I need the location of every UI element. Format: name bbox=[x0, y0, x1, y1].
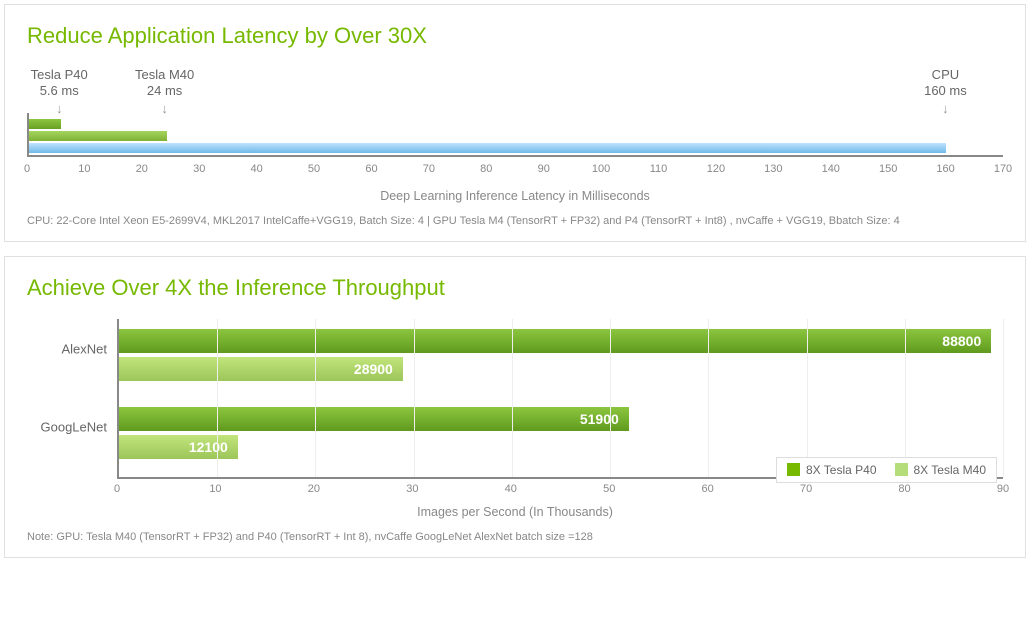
legend-m40-label: 8X Tesla M40 bbox=[914, 463, 987, 477]
throughput-tick: 90 bbox=[997, 483, 1009, 495]
throughput-tick: 70 bbox=[800, 483, 812, 495]
throughput-x-label: Images per Second (In Thousands) bbox=[27, 505, 1003, 519]
callout-m40-name: Tesla M40 bbox=[135, 67, 194, 82]
latency-tick: 100 bbox=[592, 163, 610, 175]
latency-footnote: CPU: 22-Core Intel Xeon E5-2699V4, MKL20… bbox=[27, 215, 1003, 227]
bar-alexnet-p40: 88800 bbox=[119, 329, 991, 353]
latency-tick: 160 bbox=[936, 163, 954, 175]
gridline bbox=[708, 319, 709, 477]
callout-m40-val: 24 ms bbox=[147, 83, 182, 98]
gridline bbox=[512, 319, 513, 477]
ylabel-googlenet: GoogLeNet bbox=[41, 420, 108, 435]
latency-tick: 50 bbox=[308, 163, 320, 175]
latency-tick: 60 bbox=[365, 163, 377, 175]
legend-p40-label: 8X Tesla P40 bbox=[806, 463, 877, 477]
latency-title: Reduce Application Latency by Over 30X bbox=[27, 23, 1003, 49]
latency-tick: 130 bbox=[764, 163, 782, 175]
throughput-tick: 0 bbox=[114, 483, 120, 495]
callout-p40-name: Tesla P40 bbox=[31, 67, 88, 82]
callout-cpu-val: 160 ms bbox=[924, 83, 967, 98]
ylabel-alexnet: AlexNet bbox=[61, 342, 107, 357]
latency-tick: 90 bbox=[538, 163, 550, 175]
bar-googlenet-m40: 12100 bbox=[119, 435, 238, 459]
latency-tick: 120 bbox=[707, 163, 725, 175]
latency-tick: 80 bbox=[480, 163, 492, 175]
latency-x-ticks: 0 10 20 30 40 50 60 70 80 90 100 110 120 130 140 150 160… bbox=[27, 161, 1003, 183]
throughput-tick: 20 bbox=[308, 483, 320, 495]
throughput-tick: 50 bbox=[603, 483, 615, 495]
callout-tesla-p40: Tesla P40 5.6 ms ↓ bbox=[31, 67, 88, 115]
callout-cpu-name: CPU bbox=[932, 67, 959, 82]
latency-bar-p40 bbox=[29, 119, 61, 129]
legend-item-p40: 8X Tesla P40 bbox=[787, 463, 877, 477]
throughput-footnote: Note: GPU: Tesla M40 (TensorRT + FP32) a… bbox=[27, 531, 1003, 543]
throughput-plot: 88800 28900 51900 12100 bbox=[117, 319, 1003, 479]
throughput-tick: 60 bbox=[702, 483, 714, 495]
swatch-m40-icon bbox=[895, 463, 908, 476]
latency-x-label: Deep Learning Inference Latency in Milli… bbox=[27, 189, 1003, 203]
legend-item-m40: 8X Tesla M40 bbox=[895, 463, 987, 477]
bar-alexnet-m40: 28900 bbox=[119, 357, 403, 381]
throughput-tick: 10 bbox=[209, 483, 221, 495]
latency-tick: 30 bbox=[193, 163, 205, 175]
gridline bbox=[905, 319, 906, 477]
gridline bbox=[807, 319, 808, 477]
latency-plot bbox=[27, 113, 1003, 157]
gridline bbox=[610, 319, 611, 477]
throughput-tick: 80 bbox=[898, 483, 910, 495]
throughput-y-labels: AlexNet GoogLeNet bbox=[27, 319, 117, 479]
gridline bbox=[315, 319, 316, 477]
throughput-panel: Achieve Over 4X the Inference Throughput… bbox=[4, 256, 1026, 558]
val-googlenet-p40: 51900 bbox=[580, 411, 619, 427]
swatch-p40-icon bbox=[787, 463, 800, 476]
latency-bar-cpu bbox=[29, 143, 946, 153]
latency-tick: 20 bbox=[136, 163, 148, 175]
latency-tick: 40 bbox=[251, 163, 263, 175]
throughput-plot-wrap: AlexNet GoogLeNet 88800 28900 51900 1210… bbox=[27, 319, 1003, 479]
latency-tick: 0 bbox=[24, 163, 30, 175]
callout-p40-val: 5.6 ms bbox=[40, 83, 79, 98]
bar-googlenet-p40: 51900 bbox=[119, 407, 629, 431]
latency-panel: Reduce Application Latency by Over 30X T… bbox=[4, 4, 1026, 242]
throughput-title: Achieve Over 4X the Inference Throughput bbox=[27, 275, 1003, 301]
gridline bbox=[1003, 319, 1004, 477]
gridline bbox=[414, 319, 415, 477]
latency-tick: 140 bbox=[822, 163, 840, 175]
latency-tick: 10 bbox=[78, 163, 90, 175]
callout-cpu: CPU 160 ms ↓ bbox=[924, 67, 967, 115]
latency-tick: 170 bbox=[994, 163, 1012, 175]
val-alexnet-m40: 28900 bbox=[354, 361, 393, 377]
val-alexnet-p40: 88800 bbox=[942, 333, 981, 349]
latency-tick: 150 bbox=[879, 163, 897, 175]
throughput-legend: 8X Tesla P40 8X Tesla M40 bbox=[776, 457, 997, 483]
throughput-tick: 40 bbox=[505, 483, 517, 495]
latency-bar-m40 bbox=[29, 131, 167, 141]
throughput-tick: 30 bbox=[406, 483, 418, 495]
val-googlenet-m40: 12100 bbox=[189, 439, 228, 455]
callout-tesla-m40: Tesla M40 24 ms ↓ bbox=[135, 67, 194, 115]
latency-callouts: Tesla P40 5.6 ms ↓ Tesla M40 24 ms ↓ CPU… bbox=[27, 67, 1003, 113]
latency-tick: 110 bbox=[650, 163, 668, 175]
gridline bbox=[217, 319, 218, 477]
latency-tick: 70 bbox=[423, 163, 435, 175]
